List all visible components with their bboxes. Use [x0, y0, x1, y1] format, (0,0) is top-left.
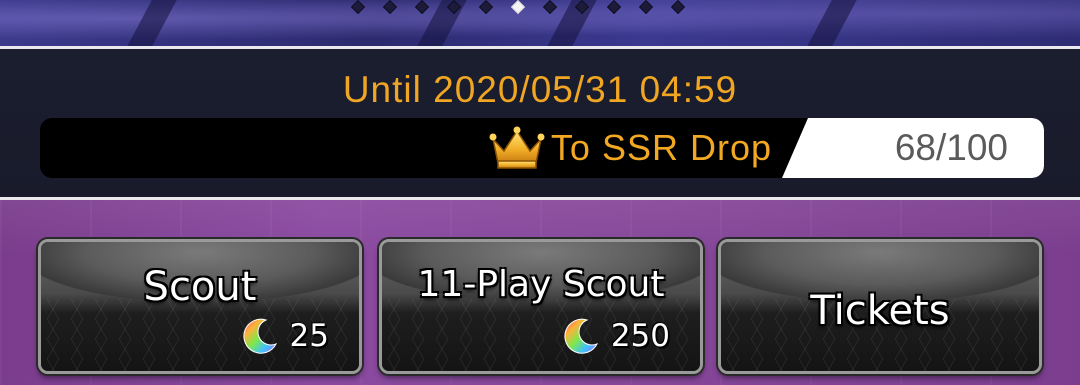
banner-streak	[120, 0, 182, 46]
banner-streak	[800, 0, 862, 46]
carousel-dot-active[interactable]	[510, 0, 526, 15]
carousel-dot[interactable]	[542, 0, 558, 15]
tickets-button[interactable]: Tickets	[718, 239, 1042, 374]
scout-button[interactable]: Scout 25	[38, 239, 362, 374]
scout-button-area: Scout 25 11-Play Scout 250 Tickets	[0, 200, 1080, 385]
scout-info-panel: Until 2020/05/31 04:59 To SSR Drop 68/10…	[0, 49, 1080, 197]
ssr-drop-bar: To SSR Drop 68/100	[40, 118, 1044, 178]
carousel-dot[interactable]	[414, 0, 430, 15]
event-end-time: Until 2020/05/31 04:59	[342, 69, 738, 110]
tickets-button-label: Tickets	[810, 288, 950, 334]
eleven-play-scout-cost-value: 250	[610, 318, 670, 354]
crown-icon	[489, 126, 545, 169]
ssr-drop-label: To SSR Drop	[550, 127, 772, 168]
ssr-drop-count: 68/100	[894, 127, 1008, 168]
carousel-dot[interactable]	[670, 0, 686, 15]
carousel-dot[interactable]	[478, 0, 494, 15]
carousel-dot[interactable]	[382, 0, 398, 15]
rainbow-moon-icon	[243, 318, 277, 354]
carousel-dot[interactable]	[574, 0, 590, 15]
carousel-dot[interactable]	[606, 0, 622, 15]
banner-art	[0, 0, 1080, 46]
carousel-dot[interactable]	[350, 0, 366, 15]
ssr-drop-label-group: To SSR Drop	[489, 118, 772, 178]
eleven-play-scout-button[interactable]: 11-Play Scout 250	[379, 239, 703, 374]
carousel-dot[interactable]	[638, 0, 654, 15]
scout-cost: 25	[240, 315, 329, 357]
carousel-dot[interactable]	[446, 0, 462, 15]
carousel-dots	[350, 0, 686, 15]
scout-button-label: Scout	[143, 264, 257, 310]
rainbow-moon-icon	[564, 318, 598, 354]
scout-cost-value: 25	[289, 318, 329, 354]
eleven-play-scout-cost: 250	[561, 315, 670, 357]
eleven-play-scout-button-label: 11-Play Scout	[417, 264, 665, 305]
